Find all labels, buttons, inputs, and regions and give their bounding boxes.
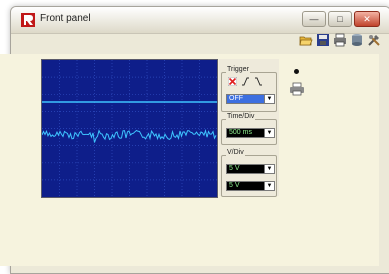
time-div-value: 500 ms	[229, 129, 252, 136]
title-bar[interactable]: Front panel — □ ✕	[11, 7, 389, 34]
chevron-down-icon: ▼	[264, 129, 274, 137]
chevron-down-icon: ▼	[264, 182, 274, 190]
trigger-mode-select[interactable]: OFF ▼	[226, 94, 275, 104]
save-icon[interactable]	[316, 33, 330, 47]
trigger-off-icon[interactable]	[228, 77, 237, 86]
v-div-label: V/Div	[226, 149, 245, 156]
chevron-down-icon: ▼	[264, 165, 274, 173]
status-indicator	[294, 69, 299, 74]
tools-icon[interactable]	[367, 33, 381, 47]
print-icon[interactable]	[333, 33, 347, 47]
close-button[interactable]: ✕	[354, 11, 380, 27]
window-title: Front panel	[40, 13, 91, 24]
minimize-button[interactable]: —	[302, 11, 326, 27]
maximize-button[interactable]: □	[328, 11, 352, 27]
printer-icon[interactable]	[289, 82, 305, 96]
time-div-select[interactable]: 500 ms ▼	[226, 128, 275, 138]
oscilloscope-display[interactable]	[41, 59, 218, 198]
trigger-mode-value: OFF	[229, 95, 243, 102]
chevron-down-icon: ▼	[264, 95, 274, 103]
trigger-label: Trigger	[226, 66, 250, 73]
app-logo-icon	[21, 13, 35, 27]
falling-edge-icon[interactable]	[254, 77, 263, 86]
v-div-ch2-value: 5 V	[229, 182, 240, 189]
folder-open-icon[interactable]	[299, 33, 313, 47]
database-icon[interactable]	[350, 33, 364, 47]
v-div-ch1-value: 5 V	[229, 165, 240, 172]
v-div-ch1-select[interactable]: 5 V ▼	[226, 164, 275, 174]
time-div-label: Time/Div	[226, 113, 256, 120]
toolbar	[299, 33, 381, 47]
v-div-ch2-select[interactable]: 5 V ▼	[226, 181, 275, 191]
rising-edge-icon[interactable]	[241, 77, 250, 86]
oscilloscope-screen	[42, 60, 217, 197]
